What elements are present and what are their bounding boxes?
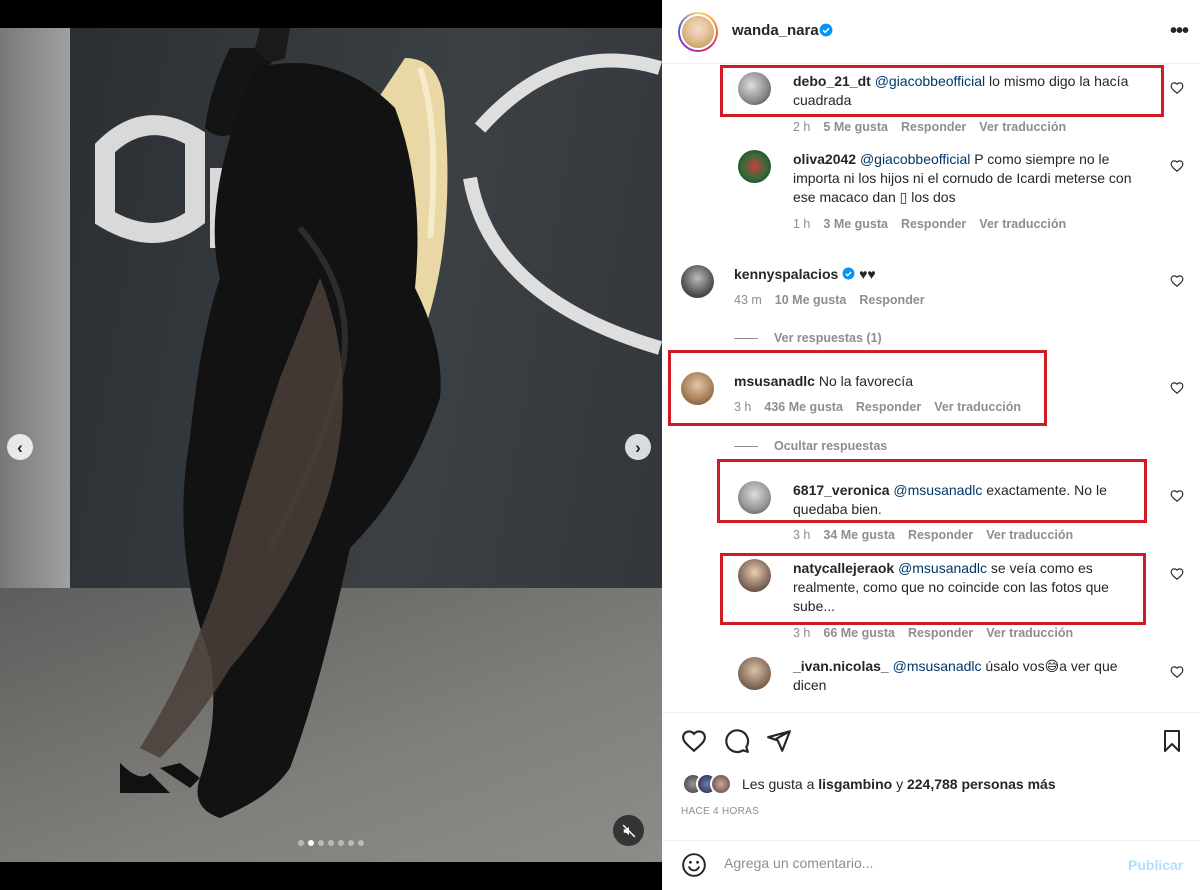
publish-button[interactable]: Publicar — [1128, 857, 1183, 873]
reply-button[interactable]: Responder — [901, 217, 966, 231]
heart-icon[interactable] — [1170, 665, 1184, 679]
comment-likes[interactable]: 3 Me gusta — [823, 217, 888, 231]
comment-text: _ivan.nicolas_ @msusanadlc úsalo vos😅a v… — [793, 657, 1143, 695]
verified-icon — [819, 23, 833, 37]
comment-time[interactable]: 43 m — [734, 293, 762, 307]
comment-time[interactable]: 2 h — [793, 120, 810, 134]
mute-button[interactable] — [613, 815, 644, 846]
carousel-dot — [338, 840, 344, 846]
comment-meta: 43 m 10 Me gusta Responder — [734, 293, 938, 307]
post-header: wanda_nara ••• — [662, 0, 1200, 64]
likes-text: Les gusta a lisgambino y 224,788 persona… — [742, 776, 1056, 792]
comment-time[interactable]: 3 h — [793, 528, 810, 542]
likes-prefix: Les gusta a — [742, 776, 819, 792]
comment-meta: 2 h 5 Me gusta Responder Ver traducción — [793, 120, 1079, 134]
post-timestamp[interactable]: HACE 4 HORAS — [681, 806, 759, 817]
comment-mention[interactable]: @msusanadlc — [893, 658, 982, 674]
divider — [662, 712, 1200, 713]
heart-icon[interactable] — [681, 728, 707, 754]
comment-input[interactable] — [724, 855, 1104, 871]
highlight-box — [668, 350, 1047, 426]
comment-text: oliva2042 @giacobbeofficial P como siemp… — [793, 150, 1143, 207]
commenter-avatar[interactable] — [681, 265, 714, 298]
divider — [662, 840, 1200, 841]
view-replies-label: Ver respuestas (1) — [774, 331, 882, 345]
heart-icon[interactable] — [1170, 489, 1184, 503]
highlight-box — [717, 459, 1147, 523]
hide-replies-label: Ocultar respuestas — [774, 439, 888, 453]
heart-icon[interactable] — [1170, 274, 1184, 288]
emoji-icon[interactable] — [681, 852, 707, 878]
comment-username[interactable]: kennyspalacios — [734, 266, 838, 282]
comment-meta: 3 h 34 Me gusta Responder Ver traducción — [793, 528, 1086, 542]
carousel-dot — [308, 840, 314, 846]
carousel-dot — [298, 840, 304, 846]
carousel-prev-button[interactable]: ‹ — [7, 434, 33, 460]
muted-speaker-icon — [622, 824, 635, 837]
commenter-avatar[interactable] — [738, 657, 771, 690]
comment-username[interactable]: _ivan.nicolas_ — [793, 658, 889, 674]
comment-meta: 1 h 3 Me gusta Responder Ver traducción — [793, 217, 1079, 231]
highlight-box — [720, 65, 1164, 117]
post-media: ‹ › — [0, 0, 662, 890]
likes-summary: Les gusta a lisgambino y 224,788 persona… — [682, 772, 1056, 796]
author-username[interactable]: wanda_nara — [732, 22, 819, 39]
carousel-indicator — [0, 840, 662, 846]
heart-icon[interactable] — [1170, 567, 1184, 581]
reply-button[interactable]: Responder — [901, 120, 966, 134]
comment-likes[interactable]: 34 Me gusta — [823, 528, 895, 542]
comment-meta: 3 h 66 Me gusta Responder Ver traducción — [793, 626, 1086, 640]
commenter-avatar[interactable] — [738, 150, 771, 183]
heart-icon[interactable] — [1170, 381, 1184, 395]
author-avatar[interactable] — [678, 12, 718, 52]
comments-list[interactable]: debo_21_dt @giacobbeofficial lo mismo di… — [662, 65, 1200, 712]
bookmark-icon[interactable] — [1160, 728, 1184, 754]
comment-username[interactable]: oliva2042 — [793, 151, 856, 167]
photo-scene — [95, 28, 662, 818]
post-photo[interactable] — [0, 28, 662, 862]
comment-text: kennyspalacios ♥♥ — [734, 265, 1134, 284]
reply-button[interactable]: Responder — [859, 293, 924, 307]
liker-username[interactable]: lisgambino — [818, 776, 892, 792]
liker-avatar[interactable] — [710, 773, 732, 795]
verified-icon — [842, 267, 855, 280]
translate-button[interactable]: Ver traducción — [979, 217, 1066, 231]
comment-time[interactable]: 1 h — [793, 217, 810, 231]
comment-time[interactable]: 3 h — [793, 626, 810, 640]
carousel-dot — [348, 840, 354, 846]
comment-likes[interactable]: 5 Me gusta — [823, 120, 888, 134]
reply-button[interactable]: Responder — [908, 528, 973, 542]
view-replies-button[interactable]: Ver respuestas (1) — [734, 331, 882, 345]
translate-button[interactable]: Ver traducción — [986, 626, 1073, 640]
hide-replies-button[interactable]: Ocultar respuestas — [734, 439, 887, 453]
comment-likes[interactable]: 10 Me gusta — [775, 293, 847, 307]
chevron-right-icon: › — [635, 437, 641, 457]
likes-middle: y — [892, 776, 907, 792]
share-icon[interactable] — [766, 728, 792, 754]
translate-button[interactable]: Ver traducción — [986, 528, 1073, 542]
comment-body: ♥♥ — [859, 266, 876, 282]
chevron-left-icon: ‹ — [17, 437, 23, 457]
comment-mention[interactable]: @giacobbeofficial — [860, 151, 970, 167]
post-sidebar: wanda_nara ••• debo_21_dt @giacobbeoffic… — [662, 0, 1200, 890]
more-icon[interactable]: ••• — [1170, 20, 1189, 43]
carousel-next-button[interactable]: › — [625, 434, 651, 460]
comment-likes[interactable]: 66 Me gusta — [823, 626, 895, 640]
translate-button[interactable]: Ver traducción — [979, 120, 1066, 134]
likes-count[interactable]: 224,788 personas más — [907, 776, 1056, 792]
carousel-dot — [318, 840, 324, 846]
highlight-box — [720, 553, 1146, 625]
carousel-dot — [358, 840, 364, 846]
heart-icon[interactable] — [1170, 81, 1184, 95]
heart-icon[interactable] — [1170, 159, 1184, 173]
comment-icon[interactable] — [724, 728, 750, 754]
reply-button[interactable]: Responder — [908, 626, 973, 640]
carousel-dot — [328, 840, 334, 846]
action-bar — [662, 726, 1200, 756]
